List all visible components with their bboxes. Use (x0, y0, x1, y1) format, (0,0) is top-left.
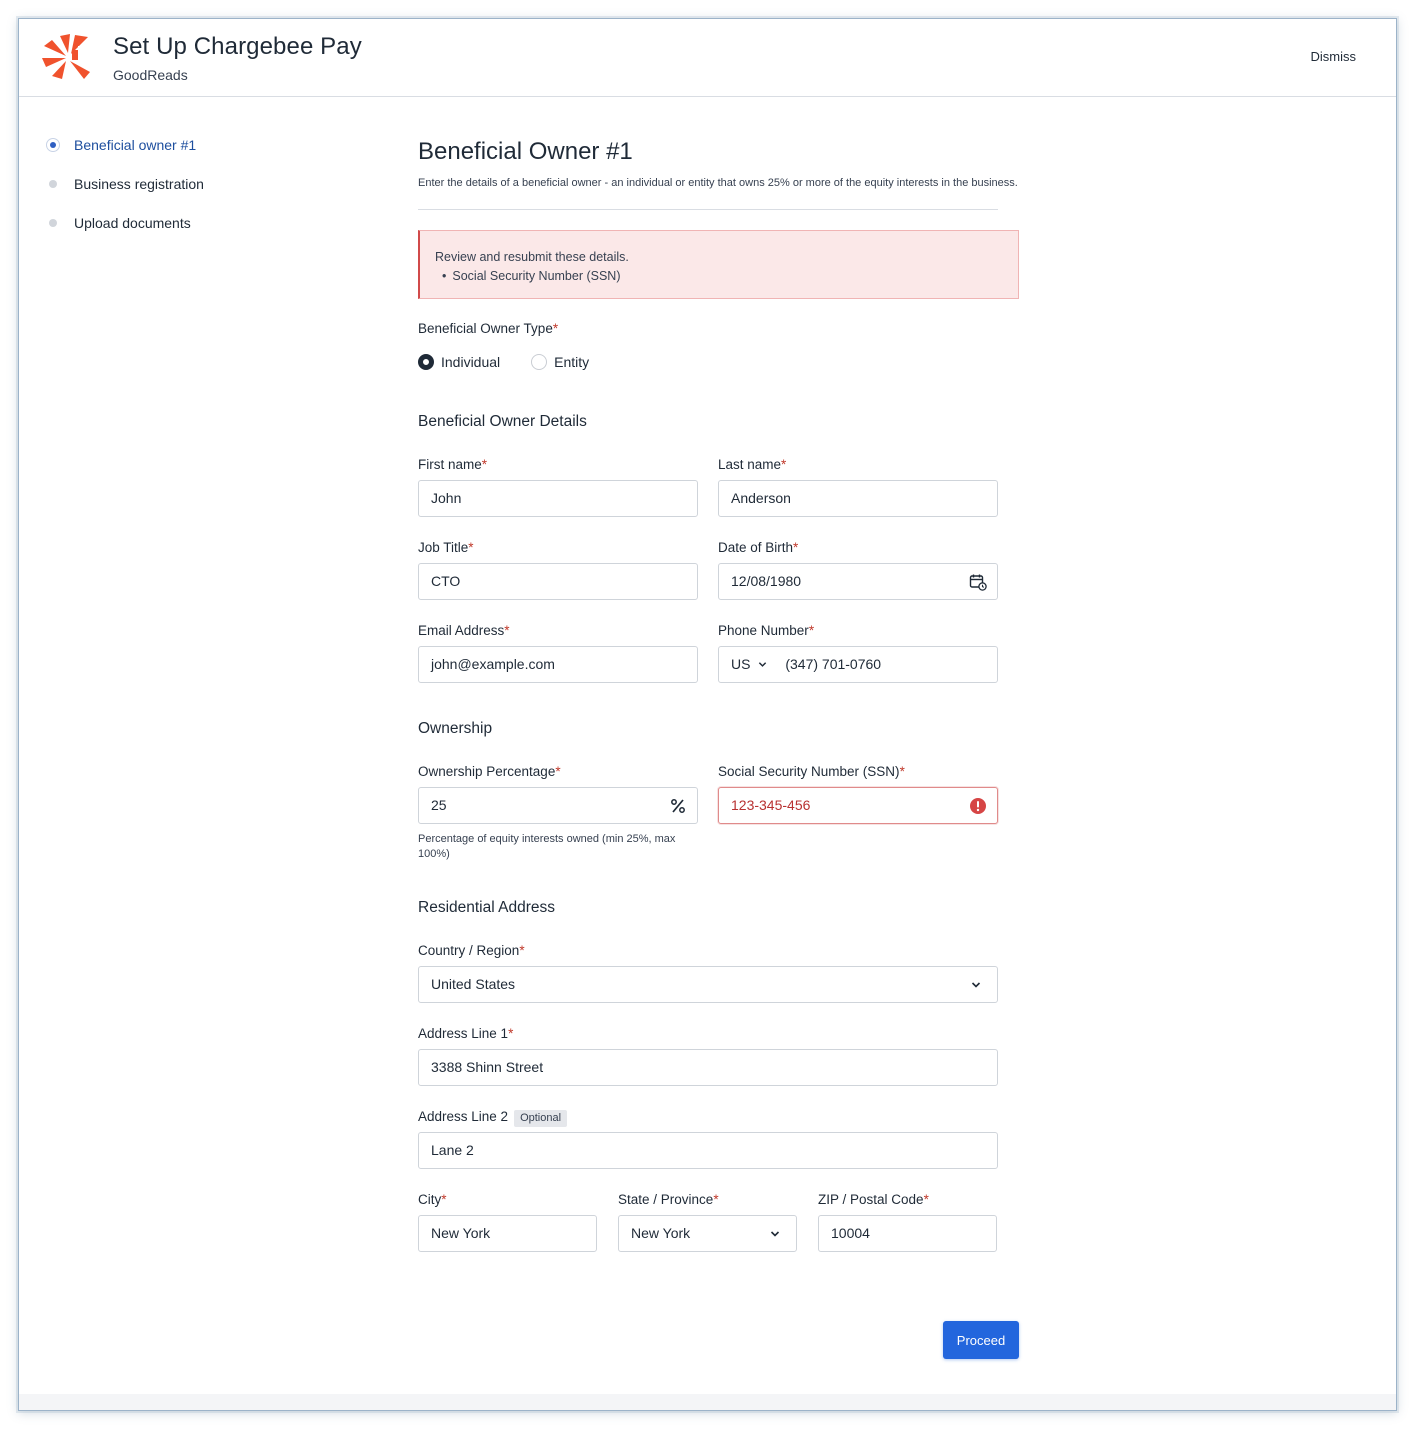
app-title: Set Up Chargebee Pay (113, 33, 362, 60)
field-label: Email Address* (418, 623, 510, 638)
step-dot-icon (49, 219, 57, 227)
form-main: Beneficial Owner #1 Enter the details of… (418, 135, 1023, 1252)
calendar-icon[interactable] (969, 573, 987, 591)
footer-strip (19, 1394, 1396, 1410)
percentage-value: 25 (431, 797, 447, 813)
step-label: Beneficial owner #1 (74, 137, 197, 153)
phone-field: Phone Number* US (347) 701-0760 (718, 622, 998, 683)
divider (418, 209, 998, 210)
ownership-percentage-input[interactable]: 25 (418, 787, 698, 824)
ownership-percentage-field: Ownership Percentage* 25 Percentage of e… (418, 763, 698, 862)
header: Set Up Chargebee Pay GoodReads Dismiss (19, 19, 1396, 97)
first-name-field: First name* John (418, 456, 698, 517)
error-alert: Review and resubmit these details. Socia… (418, 230, 1019, 299)
dob-value: 12/08/1980 (731, 573, 802, 589)
dob-input[interactable]: 12/08/1980 (718, 563, 998, 600)
account-name: GoodReads (113, 67, 188, 83)
address-line2-field: Address Line 2 Optional Lane 2 (418, 1108, 998, 1169)
step-label: Business registration (74, 176, 204, 192)
ssn-value: 123-345-456 (731, 797, 811, 813)
percent-icon (671, 799, 685, 813)
setup-window: Set Up Chargebee Pay GoodReads Dismiss B… (18, 18, 1397, 1411)
city-input[interactable]: New York (418, 1215, 597, 1252)
field-label: Ownership Percentage* (418, 764, 561, 779)
dob-field: Date of Birth* 12/08/1980 (718, 539, 998, 600)
last-name-input[interactable]: Anderson (718, 480, 998, 517)
job-title-input[interactable]: CTO (418, 563, 698, 600)
owner-type-label: Beneficial Owner Type* (418, 321, 559, 336)
alert-message: Review and resubmit these details. (435, 250, 629, 264)
step-upload-documents[interactable]: Upload documents (47, 213, 204, 252)
country-select[interactable]: United States (418, 966, 998, 1003)
chevron-down-icon (971, 982, 981, 988)
city-field: City* New York (418, 1191, 597, 1252)
field-label: First name* (418, 457, 488, 472)
field-label: Job Title* (418, 540, 474, 555)
zip-input[interactable]: 10004 (818, 1215, 997, 1252)
error-icon (970, 798, 986, 814)
chevron-down-icon (759, 662, 767, 667)
proceed-button[interactable]: Proceed (943, 1321, 1019, 1359)
email-input[interactable]: john@example.com (418, 646, 698, 683)
section-ownership: Ownership (418, 720, 493, 737)
country-code-select[interactable]: US (731, 647, 767, 682)
address-line2-input[interactable]: Lane 2 (418, 1132, 998, 1169)
state-select[interactable]: New York (618, 1215, 797, 1252)
chargebee-logo (42, 34, 92, 79)
step-beneficial-owner[interactable]: Beneficial owner #1 (46, 135, 204, 174)
step-business-registration[interactable]: Business registration (47, 174, 204, 213)
field-label: Country / Region* (418, 943, 525, 958)
radio-checked-icon (418, 354, 434, 370)
first-name-input[interactable]: John (418, 480, 698, 517)
percentage-hint: Percentage of equity interests owned (mi… (418, 833, 676, 860)
dismiss-button[interactable]: Dismiss (1311, 49, 1357, 64)
job-title-field: Job Title* CTO (418, 539, 698, 600)
chevron-down-icon (770, 1231, 780, 1237)
radio-label: Entity (554, 354, 590, 370)
section-owner-details: Beneficial Owner Details (418, 413, 587, 430)
alert-item: Social Security Number (SSN) (435, 267, 1018, 286)
field-label: Last name* (718, 457, 787, 472)
page-title: Beneficial Owner #1 (418, 138, 633, 165)
ssn-field: Social Security Number (SSN)* 123-345-45… (718, 763, 998, 862)
optional-badge: Optional (514, 1110, 568, 1127)
radio-unchecked-icon (531, 354, 548, 370)
ssn-input[interactable]: 123-345-456 (718, 787, 998, 824)
field-label: Phone Number* (718, 623, 815, 638)
step-active-indicator-icon (46, 138, 60, 152)
radio-label: Individual (441, 354, 501, 370)
email-field: Email Address* john@example.com (418, 622, 698, 683)
page-description: Enter the details of a beneficial owner … (418, 177, 1018, 189)
step-list: Beneficial owner #1 Business registratio… (46, 135, 204, 252)
state-value: New York (631, 1225, 691, 1241)
field-label: Address Line 1* (418, 1026, 514, 1041)
field-label: Date of Birth* (718, 540, 799, 555)
radio-entity[interactable]: Entity (531, 354, 589, 370)
last-name-field: Last name* Anderson (718, 456, 998, 517)
field-label: City* (418, 1192, 447, 1207)
phone-value: (347) 701-0760 (785, 656, 882, 672)
phone-input[interactable]: US (347) 701-0760 (718, 646, 998, 683)
state-field: State / Province* New York (618, 1191, 797, 1252)
address-line1-field: Address Line 1* 3388 Shinn Street (418, 1025, 998, 1086)
field-label: ZIP / Postal Code* (818, 1192, 929, 1207)
radio-individual[interactable]: Individual (418, 354, 500, 370)
step-dot-icon (49, 180, 57, 188)
owner-type-radio-group: Individual Entity (418, 354, 1023, 370)
address-line1-input[interactable]: 3388 Shinn Street (418, 1049, 998, 1086)
field-label: State / Province* (618, 1192, 719, 1207)
field-label: Address Line 2 Optional (418, 1108, 998, 1127)
step-label: Upload documents (74, 215, 191, 231)
country-code-value: US (731, 656, 751, 672)
country-field: Country / Region* United States (418, 942, 998, 1003)
section-residential-address: Residential Address (418, 899, 555, 916)
field-label: Social Security Number (SSN)* (718, 764, 905, 779)
zip-field: ZIP / Postal Code* 10004 (818, 1191, 997, 1252)
country-value: United States (431, 976, 516, 992)
